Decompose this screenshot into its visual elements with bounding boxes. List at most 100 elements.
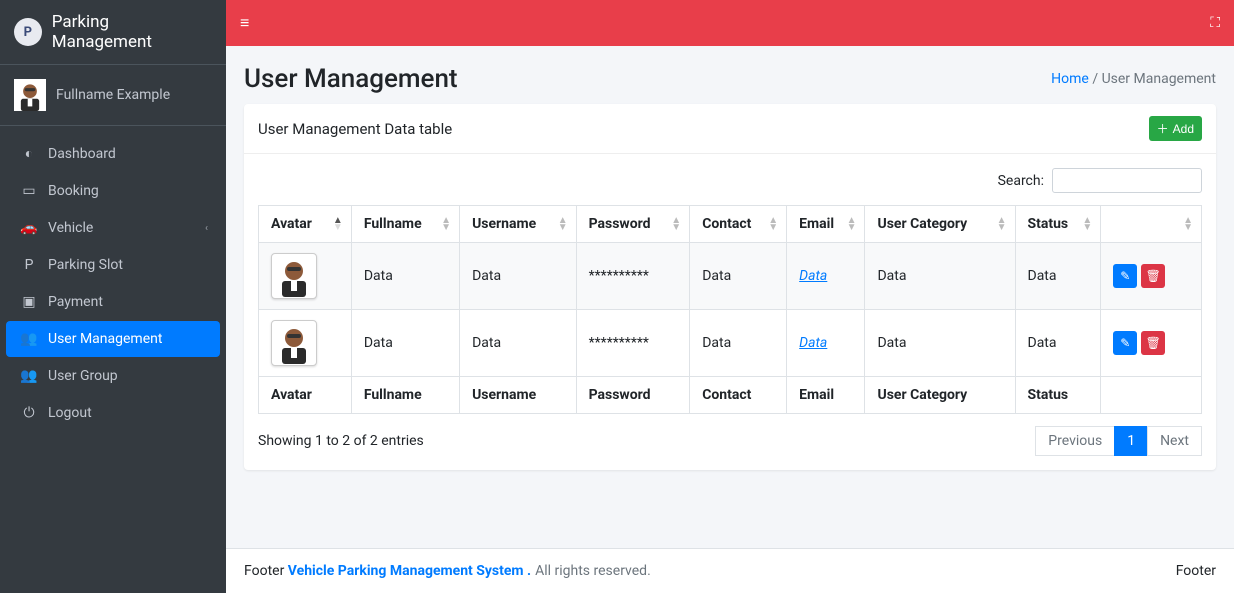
table-row: DataData**********DataDataDataData✎🗑 (259, 310, 1202, 377)
add-button-label: Add (1173, 122, 1194, 136)
sidebar-item-parking-slot[interactable]: P Parking Slot (6, 247, 220, 283)
sidebar-item-dashboard[interactable]: ◐Dashboard (6, 135, 220, 172)
pagination-next[interactable]: Next (1147, 426, 1202, 456)
search-label: Search: (998, 173, 1044, 189)
sidebar-user[interactable]: Fullname Example (0, 65, 226, 126)
sort-icon: ▲▼ (997, 217, 1007, 231)
current-user-name: Fullname Example (56, 87, 170, 103)
edit-button[interactable]: ✎ (1113, 331, 1137, 355)
sidebar-item-vehicle[interactable]: 🚗Vehicle‹ (6, 210, 220, 246)
chevron-left-icon: ‹ (205, 223, 208, 234)
cell-avatar (259, 310, 352, 377)
col-password[interactable]: Password▲▼ (576, 206, 690, 243)
col-status[interactable]: Status▲▼ (1015, 206, 1101, 243)
card: User Management Data table ＋ Add Search:… (244, 104, 1216, 470)
pagination-prev[interactable]: Previous (1035, 426, 1115, 456)
sort-icon: ▲▼ (441, 217, 451, 231)
sidebar-item-label: User Group (48, 368, 118, 384)
footer: Footer Vehicle Parking Management System… (226, 548, 1234, 593)
booking-icon: ▭ (18, 183, 40, 199)
col-user-category[interactable]: User Category▲▼ (865, 206, 1015, 243)
breadcrumb: Home / User Management (1051, 71, 1216, 87)
datatable-info: Showing 1 to 2 of 2 entries (258, 433, 424, 449)
avatar (271, 320, 317, 366)
footer-col-username: Username (460, 377, 577, 414)
footer-col-actions (1101, 377, 1202, 414)
topbar: ≡ ⛶ (226, 0, 1234, 46)
footer-col-contact: Contact (690, 377, 787, 414)
footer-col-fullname: Fullname (351, 377, 459, 414)
sidebar: P Parking Management Fullname Example ◐D… (0, 0, 226, 593)
sidebar-item-label: Logout (48, 405, 92, 421)
users-table: Avatar▲▼Fullname▲▼Username▲▼Password▲▼Co… (258, 205, 1202, 414)
group-icon: 👥 (18, 368, 40, 384)
sort-icon: ▲▼ (1082, 217, 1092, 231)
cell-username: Data (460, 243, 577, 310)
cell-avatar (259, 243, 352, 310)
footer-right: Footer (1176, 563, 1216, 579)
cell-email: Data (787, 310, 865, 377)
sort-icon: ▲▼ (768, 217, 778, 231)
footer-left-prefix: Footer (244, 563, 284, 579)
footer-left-strong[interactable]: Vehicle Parking Management System . (288, 563, 531, 579)
card-title: User Management Data table (258, 120, 452, 138)
payment-icon: ▣ (18, 294, 40, 310)
breadcrumb-current: User Management (1102, 71, 1216, 87)
footer-col-email: Email (787, 377, 865, 414)
footer-col-password: Password (576, 377, 690, 414)
footer-left-muted: All rights reserved. (535, 563, 651, 579)
users-icon: 👥 (18, 331, 40, 347)
col-contact[interactable]: Contact▲▼ (690, 206, 787, 243)
sidebar-item-user-management[interactable]: 👥User Management (6, 321, 220, 357)
pagination: Previous 1 Next (1035, 426, 1202, 456)
col-actions[interactable]: ▲▼ (1101, 206, 1202, 243)
content-header: User Management Home / User Management (226, 46, 1234, 104)
sort-icon: ▲▼ (1183, 217, 1193, 231)
sidebar-item-label: Booking (48, 183, 99, 199)
cell-contact: Data (690, 310, 787, 377)
email-link[interactable]: Data (799, 268, 827, 284)
avatar (271, 253, 317, 299)
hamburger-icon[interactable]: ≡ (240, 13, 249, 33)
cell-password: ********** (576, 310, 690, 377)
col-email[interactable]: Email▲▼ (787, 206, 865, 243)
parking-icon: P (18, 257, 40, 273)
col-fullname[interactable]: Fullname▲▼ (351, 206, 459, 243)
sidebar-item-booking[interactable]: ▭ Booking (6, 173, 220, 209)
sidebar-item-user-group[interactable]: 👥 User Group (6, 358, 220, 394)
cell-user-category: Data (865, 310, 1015, 377)
footer-col-status: Status (1015, 377, 1101, 414)
brand[interactable]: P Parking Management (0, 0, 226, 65)
add-button[interactable]: ＋ Add (1149, 116, 1202, 141)
breadcrumb-sep: / (1092, 71, 1101, 87)
sidebar-item-label: Parking Slot (48, 257, 123, 273)
delete-button[interactable]: 🗑 (1141, 264, 1165, 288)
sidebar-item-logout[interactable]: ⏻Logout (6, 395, 220, 431)
sidebar-item-payment[interactable]: ▣ Payment (6, 284, 220, 320)
cell-fullname: Data (351, 310, 459, 377)
plus-icon: ＋ (1157, 120, 1169, 137)
expand-icon[interactable]: ⛶ (1210, 15, 1220, 31)
edit-button[interactable]: ✎ (1113, 264, 1137, 288)
email-link[interactable]: Data (799, 335, 827, 351)
table-row: DataData**********DataDataDataData✎🗑 (259, 243, 1202, 310)
sidebar-item-label: Payment (48, 294, 103, 310)
cell-contact: Data (690, 243, 787, 310)
brand-name: Parking Management (52, 12, 212, 52)
search-input[interactable] (1052, 168, 1202, 193)
sort-icon: ▲▼ (847, 217, 857, 231)
pagination-page-1[interactable]: 1 (1114, 426, 1148, 456)
cell-status: Data (1015, 310, 1101, 377)
col-avatar[interactable]: Avatar▲▼ (259, 206, 352, 243)
footer-col-user-category: User Category (865, 377, 1015, 414)
col-username[interactable]: Username▲▼ (460, 206, 577, 243)
cell-actions: ✎🗑 (1101, 310, 1202, 377)
delete-button[interactable]: 🗑 (1141, 331, 1165, 355)
vehicle-icon: 🚗 (18, 220, 40, 236)
dashboard-icon: ◐ (18, 145, 40, 162)
breadcrumb-home[interactable]: Home (1051, 71, 1089, 87)
brand-logo: P (14, 18, 42, 46)
cell-username: Data (460, 310, 577, 377)
page-title: User Management (244, 64, 458, 94)
sort-icon: ▲▼ (671, 217, 681, 231)
